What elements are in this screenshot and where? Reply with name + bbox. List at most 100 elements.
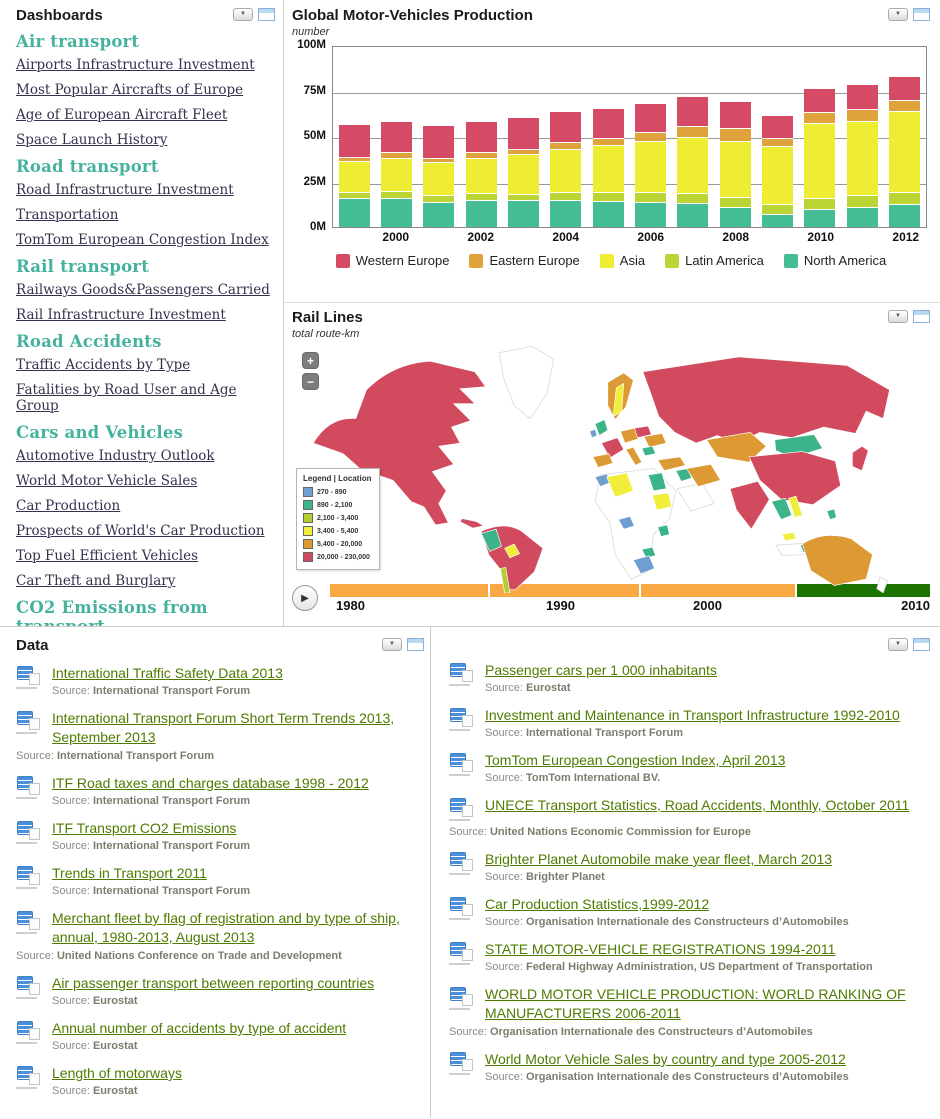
dataset-link[interactable]: International Transport Forum Short Term… xyxy=(52,710,394,745)
bar-2010[interactable] xyxy=(804,88,835,227)
dataset-icon xyxy=(449,1051,475,1077)
sidebar-link[interactable]: Road Infrastructure Investment xyxy=(16,182,275,198)
sidebar-link[interactable]: Prospects of World's Car Production xyxy=(16,523,275,539)
dataset-link[interactable]: ITF Road taxes and charges database 1998… xyxy=(52,775,369,791)
dataset-link[interactable]: Passenger cars per 1 000 inhabitants xyxy=(485,662,717,678)
sidebar-link[interactable]: Rail Infrastructure Investment xyxy=(16,307,275,323)
bar-2003[interactable] xyxy=(508,117,539,227)
sidebar-link[interactable]: Airports Infrastructure Investment xyxy=(16,57,275,73)
dataset-link[interactable]: Annual number of accidents by type of ac… xyxy=(52,1020,346,1036)
bar-segment xyxy=(381,158,412,191)
sidebar-section-heading: Road transport xyxy=(16,157,275,176)
sidebar-link[interactable]: Fatalities by Road User and Age Group xyxy=(16,382,275,414)
world-map[interactable] xyxy=(292,342,930,593)
maximize-window-icon[interactable] xyxy=(913,310,930,323)
dataset-source: Source: Eurostat xyxy=(52,995,424,1007)
bar-2008[interactable] xyxy=(720,101,751,227)
bar-segment xyxy=(677,137,708,193)
map-legend-header: Legend | Location xyxy=(303,474,375,483)
dataset-source-name: International Transport Forum xyxy=(526,727,683,739)
bar-2001[interactable] xyxy=(423,125,454,227)
collapse-button[interactable]: ▼ xyxy=(382,638,402,651)
zoom-out-button[interactable]: − xyxy=(302,373,319,390)
dataset-link[interactable]: Brighter Planet Automobile make year fle… xyxy=(485,851,832,867)
bar-2005[interactable] xyxy=(593,108,624,227)
bar-segment xyxy=(339,161,370,193)
page-glyph xyxy=(29,1073,40,1085)
dataset-link[interactable]: Car Production Statistics,1999-2012 xyxy=(485,896,709,912)
sidebar-link[interactable]: Space Launch History xyxy=(16,132,275,148)
sidebar-section-heading: Road Accidents xyxy=(16,332,275,351)
x-axis-label: 2004 xyxy=(550,230,581,244)
zoom-in-button[interactable]: + xyxy=(302,352,319,369)
legend-swatch xyxy=(600,254,614,268)
collapse-button[interactable]: ▼ xyxy=(888,638,908,651)
sidebar-link[interactable]: TomTom European Congestion Index xyxy=(16,232,275,248)
bar-segment xyxy=(889,76,920,100)
bar-2011[interactable] xyxy=(847,84,878,227)
sidebar-link[interactable]: Car Production xyxy=(16,498,275,514)
bar-2000[interactable] xyxy=(381,121,412,227)
maximize-window-icon[interactable] xyxy=(407,638,424,651)
bar-2012[interactable] xyxy=(889,76,920,227)
bar-2009[interactable] xyxy=(762,115,793,227)
sidebar-link[interactable]: Traffic Accidents by Type xyxy=(16,357,275,373)
dataset-link[interactable]: Merchant fleet by flag of registration a… xyxy=(52,910,400,945)
map-legend-swatch xyxy=(303,500,313,510)
dataset-link[interactable]: International Traffic Safety Data 2013 xyxy=(52,665,283,681)
collapse-button[interactable]: ▼ xyxy=(888,8,908,21)
dataset-link[interactable]: UNECE Transport Statistics, Road Acciden… xyxy=(485,797,909,813)
dataset-link[interactable]: Air passenger transport between reportin… xyxy=(52,975,374,991)
maximize-window-icon[interactable] xyxy=(913,8,930,21)
map-legend-item: 270 - 890 xyxy=(303,487,375,497)
dataset-link[interactable]: Length of motorways xyxy=(52,1065,182,1081)
dashboards-nav: Air transportAirports Infrastructure Inv… xyxy=(16,32,275,626)
maximize-window-icon[interactable] xyxy=(913,638,930,651)
bar-segment xyxy=(889,111,920,191)
page-glyph xyxy=(29,828,40,840)
bar-2004[interactable] xyxy=(550,111,581,227)
bar-2002[interactable] xyxy=(466,121,497,227)
dataset-link[interactable]: STATE MOTOR-VEHICLE REGISTRATIONS 1994-2… xyxy=(485,941,835,957)
sidebar-link[interactable]: Railways Goods&Passengers Carried xyxy=(16,282,275,298)
bar-2006[interactable] xyxy=(635,103,666,227)
dataset-link[interactable]: World Motor Vehicle Sales by country and… xyxy=(485,1051,846,1067)
dataset-icon xyxy=(16,910,42,936)
dataset-link[interactable]: WORLD MOTOR VEHICLE PRODUCTION: WORLD RA… xyxy=(485,986,906,1021)
sidebar-link[interactable]: Automotive Industry Outlook xyxy=(16,448,275,464)
bar-1999[interactable] xyxy=(339,124,370,227)
dataset-link[interactable]: ITF Transport CO2 Emissions xyxy=(52,820,236,836)
sidebar-link[interactable]: Top Fuel Efficient Vehicles xyxy=(16,548,275,564)
dataset-link[interactable]: Investment and Maintenance in Transport … xyxy=(485,707,900,723)
dataset-link[interactable]: Trends in Transport 2011 xyxy=(52,865,207,881)
dataset-source-name: Eurostat xyxy=(93,995,138,1007)
maximize-window-icon[interactable] xyxy=(258,8,275,21)
sidebar-link[interactable]: Age of European Aircraft Fleet xyxy=(16,107,275,123)
bar-segment xyxy=(720,197,751,207)
x-axis-label xyxy=(848,230,879,244)
data-title: Data xyxy=(16,637,49,654)
sidebar-link[interactable]: Transportation xyxy=(16,207,275,223)
base-glyph xyxy=(449,918,470,920)
sidebar-link[interactable]: World Motor Vehicle Sales xyxy=(16,473,275,489)
dataset-icon xyxy=(16,820,42,846)
base-glyph xyxy=(16,687,37,689)
sidebar-link[interactable]: Most Popular Aircrafts of Europe xyxy=(16,82,275,98)
collapse-button[interactable]: ▼ xyxy=(233,8,253,21)
bar-2007[interactable] xyxy=(677,96,708,227)
dataset-icon xyxy=(449,752,475,778)
legend-item: Eastern Europe xyxy=(469,253,579,268)
bar-segment xyxy=(677,203,708,227)
dataset-source-name: Eurostat xyxy=(526,682,571,694)
collapse-button[interactable]: ▼ xyxy=(888,310,908,323)
page-glyph xyxy=(29,718,40,730)
data-item: ITF Transport CO2 EmissionsSource: Inter… xyxy=(16,819,424,852)
x-axis-label xyxy=(338,230,369,244)
map-legend-item: 20,000 - 230,000 xyxy=(303,552,375,562)
production-title: Global Motor-Vehicles Production xyxy=(292,7,533,24)
map-legend-swatch xyxy=(303,539,313,549)
dataset-link[interactable]: TomTom European Congestion Index, April … xyxy=(485,752,785,768)
dataset-source: Source: International Transport Forum xyxy=(52,795,424,807)
sidebar-link[interactable]: Car Theft and Burglary xyxy=(16,573,275,589)
dashboards-panel-header: Dashboards ▼ xyxy=(16,5,275,24)
